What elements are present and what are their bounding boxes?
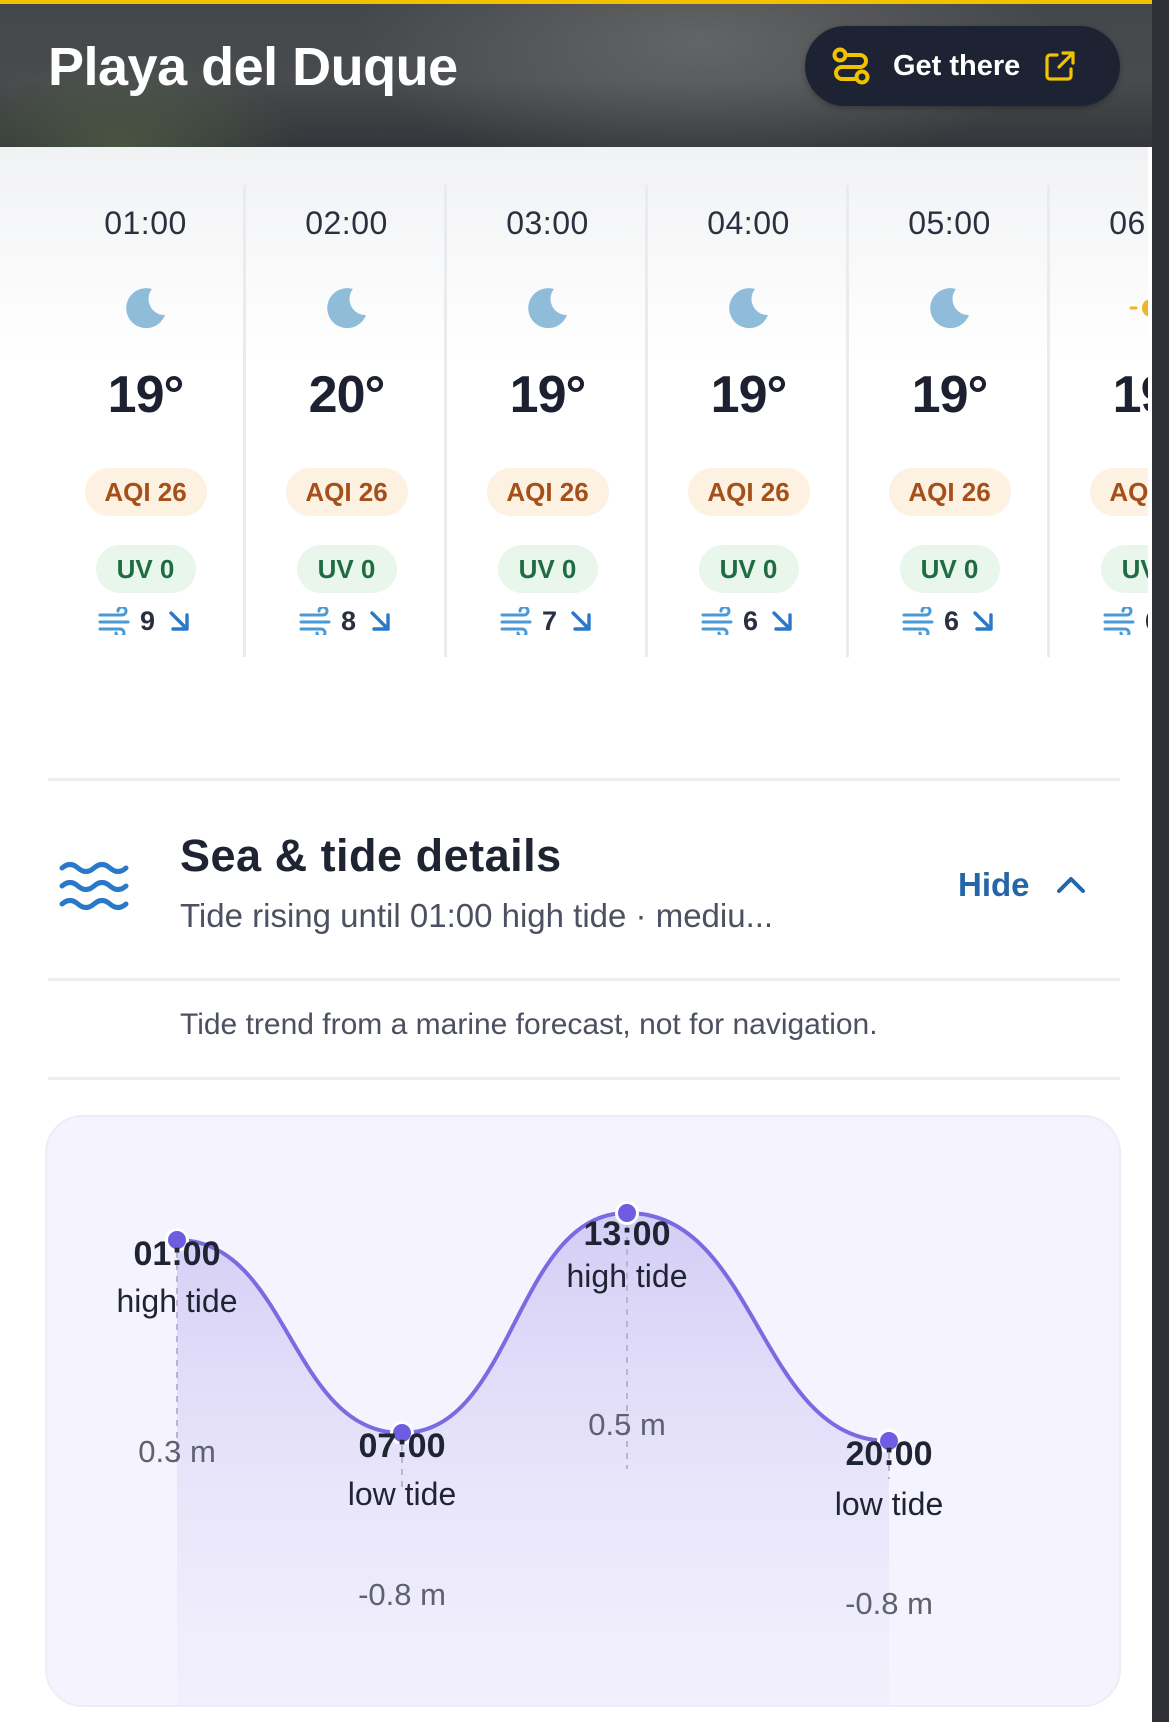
uv-badge: UV 0 bbox=[296, 545, 397, 593]
get-there-button[interactable]: Get there bbox=[805, 26, 1120, 106]
tide-event-time: 20:00 bbox=[846, 1435, 933, 1473]
moon-icon bbox=[929, 288, 969, 329]
tide-event-label: high tide bbox=[567, 1258, 688, 1294]
wind-direction-arrow-icon bbox=[169, 611, 189, 631]
wind-speed: 6 bbox=[943, 605, 960, 636]
wind-direction-arrow-icon bbox=[973, 611, 993, 631]
divider bbox=[48, 1077, 1120, 1080]
tide-event-label: low tide bbox=[835, 1486, 944, 1522]
wind-info: 6 bbox=[1050, 603, 1148, 639]
wind-info: 6 bbox=[648, 603, 849, 639]
wind-icon bbox=[701, 607, 733, 635]
chevron-up-icon bbox=[1056, 877, 1085, 893]
uv-badge: UV 0 bbox=[95, 545, 196, 593]
waves-icon bbox=[59, 862, 129, 910]
header: Playa del Duque Get there bbox=[0, 0, 1169, 147]
tide-event-label: low tide bbox=[348, 1476, 457, 1512]
hourly-item[interactable]: 01:00 19° AQI 26 UV 0 9 bbox=[45, 185, 246, 657]
moon-icon bbox=[728, 288, 768, 329]
tide-chart-card: 01:00 high tide 0.3 m 07:00 low tide -0.8 m 13… bbox=[45, 1115, 1121, 1707]
hour-time: 04:00 bbox=[707, 205, 790, 241]
page-title: Playa del Duque bbox=[48, 37, 458, 97]
sea-tide-summary: Tide rising until 01:00 high tide · medi… bbox=[180, 897, 774, 934]
hourly-item[interactable]: 04:00 19° AQI 26 UV 0 6 bbox=[648, 185, 849, 657]
wind-info: 8 bbox=[246, 603, 447, 639]
hour-time: 03:00 bbox=[506, 205, 589, 241]
get-there-label: Get there bbox=[893, 49, 1021, 82]
hourly-item[interactable]: 03:00 19° AQI 26 UV 0 7 bbox=[447, 185, 648, 657]
wind-direction-arrow-icon bbox=[772, 611, 792, 631]
aqi-badge: AQI 26 bbox=[1089, 468, 1148, 516]
wind-icon bbox=[902, 607, 934, 635]
sea-tide-title: Sea & tide details bbox=[180, 830, 562, 881]
moon-icon bbox=[527, 288, 567, 329]
divider bbox=[48, 778, 1120, 781]
wind-icon bbox=[98, 607, 130, 635]
hide-button[interactable]: Hide bbox=[958, 866, 1088, 904]
hour-time: 06:00 bbox=[1109, 205, 1148, 241]
tide-event-height: -0.8 m bbox=[845, 1586, 933, 1621]
hourly-item[interactable]: 05:00 19° AQI 26 UV 0 6 bbox=[849, 185, 1050, 657]
hourly-item[interactable]: 06:00 19° AQI 26 UV 0 6 bbox=[1050, 185, 1148, 657]
wind-speed: 9 bbox=[139, 605, 156, 636]
uv-badge: UV 0 bbox=[698, 545, 799, 593]
wind-info: 7 bbox=[447, 603, 648, 639]
wind-speed: 8 bbox=[340, 605, 357, 636]
uv-badge: UV 0 bbox=[1100, 545, 1148, 593]
wind-speed: 6 bbox=[742, 605, 759, 636]
hour-time: 02:00 bbox=[305, 205, 388, 241]
hour-temperature: 19° bbox=[509, 366, 587, 424]
hour-time: 05:00 bbox=[908, 205, 991, 241]
moon-icon bbox=[326, 288, 366, 329]
hour-temperature: 19° bbox=[107, 366, 185, 424]
moon-icon bbox=[125, 288, 165, 329]
aqi-badge: AQI 26 bbox=[486, 468, 609, 516]
wind-direction-arrow-icon bbox=[370, 611, 390, 631]
hour-time: 01:00 bbox=[104, 205, 187, 241]
header-accent-line bbox=[0, 0, 1169, 4]
aqi-badge: AQI 26 bbox=[687, 468, 810, 516]
wind-info: 6 bbox=[849, 603, 1050, 639]
wind-speed: 7 bbox=[541, 605, 558, 636]
tide-event-time: 01:00 bbox=[134, 1235, 221, 1273]
external-link-icon bbox=[1045, 51, 1075, 81]
tide-event-time: 13:00 bbox=[584, 1215, 671, 1253]
divider bbox=[48, 978, 1120, 981]
tide-chart: 01:00 high tide 0.3 m 07:00 low tide -0.8 m 13… bbox=[117, 1201, 944, 1705]
aqi-badge: AQI 26 bbox=[285, 468, 408, 516]
scrollbar[interactable] bbox=[1152, 0, 1169, 1722]
tide-event-label: high tide bbox=[117, 1283, 238, 1319]
hourly-forecast[interactable]: 01:00 19° AQI 26 UV 0 9 02:00 20° AQI 26 UV 0 8 03… bbox=[0, 147, 1148, 687]
hour-temperature: 19° bbox=[710, 366, 788, 424]
hide-label: Hide bbox=[958, 866, 1030, 903]
hour-temperature: 19° bbox=[1112, 366, 1148, 424]
uv-badge: UV 0 bbox=[899, 545, 1000, 593]
route-icon bbox=[832, 47, 870, 85]
hour-temperature: 19° bbox=[911, 366, 989, 424]
tide-event-height: 0.3 m bbox=[138, 1434, 216, 1469]
tide-event-height: -0.8 m bbox=[358, 1577, 446, 1612]
hour-temperature: 20° bbox=[308, 366, 386, 424]
tide-event-time: 07:00 bbox=[359, 1427, 446, 1465]
wind-direction-arrow-icon bbox=[571, 611, 591, 631]
hourly-item[interactable]: 02:00 20° AQI 26 UV 0 8 bbox=[246, 185, 447, 657]
sun-icon bbox=[1129, 299, 1148, 317]
tide-disclaimer: Tide trend from a marine forecast, not f… bbox=[180, 1008, 878, 1041]
wind-icon bbox=[1103, 607, 1135, 635]
aqi-badge: AQI 26 bbox=[888, 468, 1011, 516]
wind-icon bbox=[500, 607, 532, 635]
wind-speed: 6 bbox=[1145, 606, 1148, 637]
wind-icon bbox=[299, 607, 331, 635]
wind-info: 9 bbox=[45, 603, 246, 639]
tide-event-height: 0.5 m bbox=[588, 1407, 666, 1442]
aqi-badge: AQI 26 bbox=[84, 468, 207, 516]
uv-badge: UV 0 bbox=[497, 545, 598, 593]
